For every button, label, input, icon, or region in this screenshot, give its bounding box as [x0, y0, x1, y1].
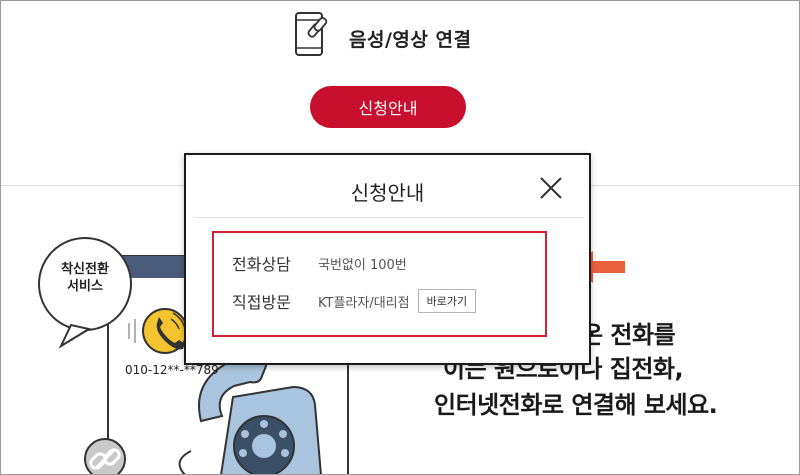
visit-label: 직접방문: [232, 293, 291, 312]
phone-consult-row: 전화상담 국번없이 100번: [232, 251, 407, 275]
close-icon[interactable]: [538, 175, 564, 201]
visit-value: KT플라자/대리점: [318, 295, 410, 311]
modal-divider: [194, 217, 583, 218]
bubble-line-1: 착신전환: [61, 262, 109, 277]
visit-row: 직접방문 KT플라자/대리점 바로가기: [232, 289, 477, 313]
screenshot-frame: 음성/영상 연결 신청안내 착신전환 서비스 010-12**-**789 온 …: [0, 0, 800, 475]
apply-info-modal: 신청안내 전화상담 국번없이 100번 직접방문 KT플라자/대리점 바로가기: [184, 153, 591, 365]
call-forwarding-bubble-label: 착신전환 서비스: [41, 261, 129, 295]
bubble-line-2: 서비스: [67, 279, 103, 294]
page-title: 음성/영상 연결: [349, 29, 472, 51]
shortcut-button[interactable]: 바로가기: [417, 289, 477, 313]
headline-line-1: 온 전화를: [581, 321, 676, 349]
apply-info-button[interactable]: 신청안내: [310, 86, 466, 128]
phone-consult-value: 국번없이 100번: [318, 257, 407, 273]
incoming-number: 010-12**-**789: [125, 363, 219, 377]
phone-consult-label: 전화상담: [232, 255, 291, 274]
phone-link-icon: [295, 12, 328, 56]
headline-line-3: 인터넷전화로 연결해 보세요.: [434, 391, 718, 419]
modal-title: 신청안내: [350, 181, 425, 205]
contact-info-box: 전화상담 국번없이 100번 직접방문 KT플라자/대리점 바로가기: [212, 231, 547, 337]
